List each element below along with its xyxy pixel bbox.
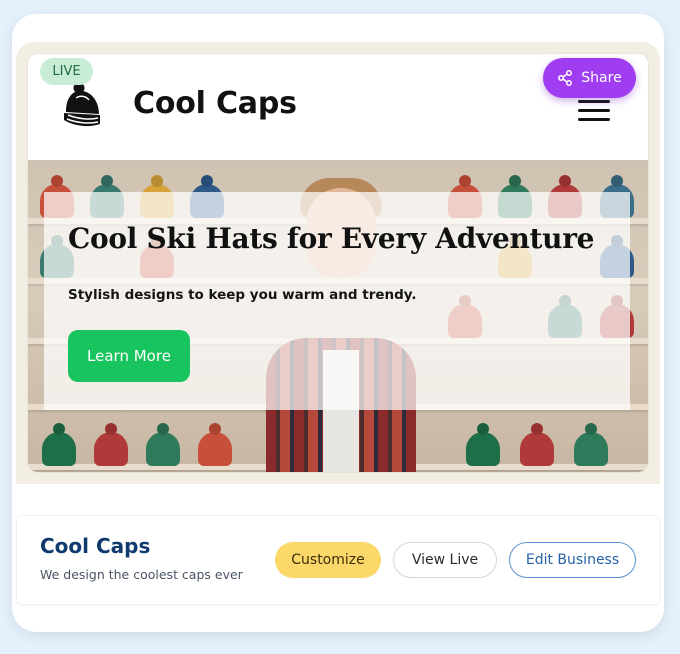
hero-text-panel: Cool Ski Hats for Every Adventure Stylis… bbox=[44, 192, 630, 410]
business-name: Cool Caps bbox=[40, 534, 151, 558]
live-status-badge: LIVE bbox=[40, 58, 93, 85]
beanie-image bbox=[42, 432, 76, 466]
beanie-image bbox=[94, 432, 128, 466]
hamburger-menu-icon[interactable] bbox=[578, 100, 610, 122]
customize-button[interactable]: Customize bbox=[275, 542, 381, 578]
hero-title: Cool Ski Hats for Every Adventure bbox=[68, 222, 595, 255]
beanie-image bbox=[466, 432, 500, 466]
share-icon bbox=[558, 70, 573, 86]
share-label: Share bbox=[581, 70, 622, 86]
business-tagline: We design the coolest caps ever bbox=[40, 567, 243, 582]
beanie-image bbox=[198, 432, 232, 466]
beanie-image bbox=[520, 432, 554, 466]
edit-business-button[interactable]: Edit Business bbox=[509, 542, 636, 578]
beanie-image bbox=[146, 432, 180, 466]
share-button[interactable]: Share bbox=[543, 58, 636, 98]
hero-subtitle: Stylish designs to keep you warm and tre… bbox=[68, 287, 417, 303]
site-brand-name[interactable]: Cool Caps bbox=[133, 86, 297, 121]
site-preview-frame[interactable]: Cool Caps Cool Ski Hats for Every Advent… bbox=[28, 54, 648, 472]
business-info-bar: Cool Caps We design the coolest caps eve… bbox=[17, 516, 659, 604]
hero-section: Cool Ski Hats for Every Adventure Stylis… bbox=[28, 160, 648, 472]
learn-more-button[interactable]: Learn More bbox=[68, 330, 190, 382]
view-live-button[interactable]: View Live bbox=[393, 542, 497, 578]
beanie-image bbox=[574, 432, 608, 466]
beanie-logo-icon bbox=[64, 82, 100, 127]
